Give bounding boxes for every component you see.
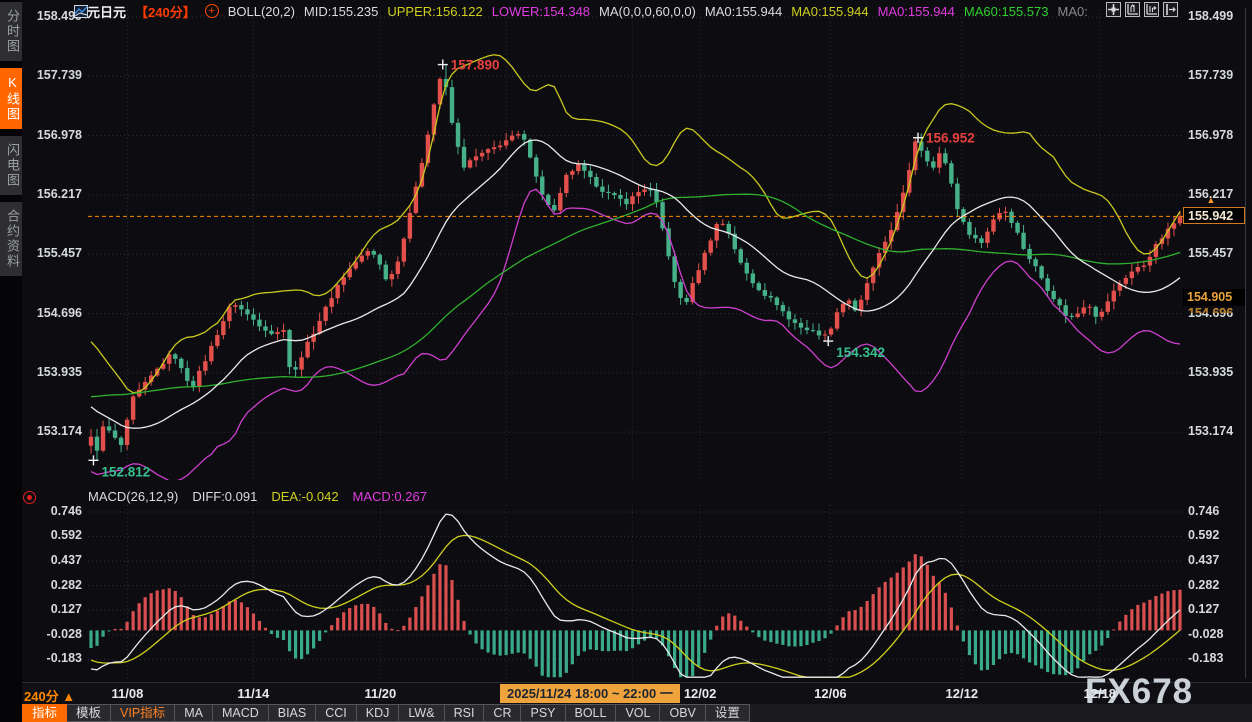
macd-tick-right-3: 0.282 bbox=[1188, 578, 1248, 593]
boll-mid-line bbox=[91, 140, 1180, 428]
boll-mid-value: MID:155.235 bbox=[304, 4, 378, 19]
toolbar-button-CCI[interactable]: CCI bbox=[316, 704, 357, 722]
candlestick-chart-canvas[interactable]: 152.812 157.890 154.342 156.952 bbox=[88, 10, 1183, 480]
panel-right-border bbox=[1245, 8, 1246, 678]
add-indicator-icon[interactable]: + bbox=[205, 4, 219, 18]
toolbar-button-设置[interactable]: 设置 bbox=[706, 704, 750, 722]
macd-settings-icon[interactable] bbox=[23, 491, 36, 504]
ma-label: MA(0,0,0,60,0,0) bbox=[599, 4, 696, 19]
period-label: 【240分】 bbox=[135, 2, 196, 21]
extreme-price-label: 152.812 bbox=[101, 464, 150, 479]
macd-chart-canvas[interactable] bbox=[88, 505, 1183, 678]
ma0-yellow-value: MA0:155.944 bbox=[791, 4, 868, 19]
price-tick-right-7: 153.174 bbox=[1188, 424, 1248, 439]
period-selector[interactable]: 240分 ▲ bbox=[24, 686, 75, 705]
date-tick-11/08: 11/08 bbox=[111, 686, 143, 701]
macd-diff-value: DIFF:0.091 bbox=[192, 489, 257, 504]
time-axis: 240分 ▲ 2025/11/24 18:00 ~ 22:00 一 11/08 1… bbox=[0, 682, 1252, 704]
price-tick-right-4: 155.457 bbox=[1188, 246, 1248, 261]
left-tab-bar: 分时图 K线图闪电图合约资料 bbox=[0, 0, 22, 722]
date-tick-11/14: 11/14 bbox=[237, 686, 269, 701]
macd-tick-right-2: 0.437 bbox=[1188, 553, 1248, 568]
macd-label: MACD(26,12,9) bbox=[88, 489, 178, 504]
price-tick-right-0: 158.499 bbox=[1188, 9, 1248, 24]
extreme-markers: 152.812 157.890 154.342 156.952 bbox=[88, 58, 974, 480]
toolbar-button-模板[interactable]: 模板 bbox=[67, 704, 111, 722]
ma0-empty-value: MA0: bbox=[1057, 4, 1087, 19]
toolbar-button-KDJ[interactable]: KDJ bbox=[357, 704, 400, 722]
zoom-out-icon[interactable] bbox=[1144, 2, 1159, 17]
boll-lower-line bbox=[91, 189, 1180, 480]
crosshair-date-readout: 2025/11/24 18:00 ~ 22:00 一 bbox=[500, 684, 680, 703]
toolbar-button-LW&[interactable]: LW& bbox=[399, 704, 444, 722]
chart-corner-toolbar bbox=[1106, 2, 1178, 17]
macd-tick-right-4: 0.127 bbox=[1188, 602, 1248, 617]
date-tick-12/06: 12/06 bbox=[814, 686, 847, 701]
macd-tick-right-0: 0.746 bbox=[1188, 504, 1248, 519]
toolbar-button-MA[interactable]: MA bbox=[175, 704, 213, 722]
toolbar-button-OBV[interactable]: OBV bbox=[660, 704, 705, 722]
date-tick-11/20: 11/20 bbox=[364, 686, 396, 701]
price-tick-right-6: 153.935 bbox=[1188, 365, 1248, 380]
current-price-arrow-icon: ▲ bbox=[1205, 196, 1217, 205]
pan-right-icon[interactable] bbox=[1163, 2, 1178, 17]
boll-label: BOLL(20,2) bbox=[228, 4, 295, 19]
price-tick-right-3: 156.217 bbox=[1188, 187, 1248, 202]
hidden-tick-label: 154.696 bbox=[1188, 306, 1248, 313]
toolbar-button-RSI[interactable]: RSI bbox=[445, 704, 485, 722]
zoom-in-icon[interactable] bbox=[1125, 2, 1140, 17]
extreme-price-label: 154.342 bbox=[836, 345, 885, 360]
indicator-legend-bar: 美元日元 【240分】 + BOLL(20,2) MID:155.235 UPP… bbox=[74, 2, 1088, 20]
toolbar-button-VOL[interactable]: VOL bbox=[616, 704, 660, 722]
sidebar-tab-1[interactable]: K线图 bbox=[0, 68, 22, 129]
candles-layer bbox=[89, 65, 1182, 461]
current-price-tag: 155.942 bbox=[1183, 207, 1245, 224]
toolbar-button-CR[interactable]: CR bbox=[484, 704, 521, 722]
boll-lower-value: LOWER:154.348 bbox=[492, 4, 590, 19]
macd-tick-right-6: -0.183 bbox=[1188, 651, 1248, 666]
sidebar-tab-3[interactable]: 合约资料 bbox=[0, 202, 22, 276]
ma0-magenta-value: MA0:155.944 bbox=[878, 4, 955, 19]
toolbar-button-BIAS[interactable]: BIAS bbox=[269, 704, 317, 722]
toolbar-button-PSY[interactable]: PSY bbox=[521, 704, 565, 722]
indicator-toolbar: 指标模板VIP指标MAMACDBIASCCIKDJLW&RSICRPSYBOLL… bbox=[22, 704, 1252, 722]
date-tick-12/02: 12/02 bbox=[684, 686, 717, 701]
chart-app: 分时图 K线图闪电图合约资料 美元日元 【240分】 + BOLL(20,2) M… bbox=[0, 0, 1252, 722]
macd-tick-right-5: -0.028 bbox=[1188, 627, 1248, 642]
boll-upper-value: UPPER:156.122 bbox=[387, 4, 482, 19]
sidebar-tab-2[interactable]: 闪电图 bbox=[0, 136, 22, 195]
macd-histogram bbox=[89, 554, 1181, 677]
sidebar-tab-0[interactable]: 分时图 bbox=[0, 2, 22, 61]
brand-watermark: FX678 bbox=[1085, 672, 1193, 712]
extreme-price-label: 156.952 bbox=[926, 131, 975, 146]
toolbar-button-BOLL[interactable]: BOLL bbox=[566, 704, 617, 722]
macd-value: MACD:0.267 bbox=[353, 489, 427, 504]
macd-legend-bar: MACD(26,12,9) DIFF:0.091 DEA:-0.042 MACD… bbox=[88, 489, 427, 504]
price-tick-right-1: 157.739 bbox=[1188, 68, 1248, 83]
dea-line bbox=[91, 535, 1180, 677]
ma-indicator-icon[interactable] bbox=[74, 5, 88, 18]
macd-dea-value: DEA:-0.042 bbox=[271, 489, 338, 504]
ma60-value: MA60:155.573 bbox=[964, 4, 1049, 19]
price-tick-right-2: 156.978 bbox=[1188, 128, 1248, 143]
extreme-price-label: 157.890 bbox=[451, 58, 500, 73]
toolbar-button-VIP指标[interactable]: VIP指标 bbox=[111, 704, 175, 722]
price-grid bbox=[88, 10, 1183, 480]
ma0-white-value: MA0:155.944 bbox=[705, 4, 782, 19]
crosshair-icon[interactable] bbox=[1106, 2, 1121, 17]
date-tick-12/12: 12/12 bbox=[946, 686, 979, 701]
secondary-price-tag: 154.905 bbox=[1183, 289, 1245, 306]
macd-tick-right-1: 0.592 bbox=[1188, 528, 1248, 543]
toolbar-button-指标[interactable]: 指标 bbox=[22, 704, 67, 722]
toolbar-button-MACD[interactable]: MACD bbox=[213, 704, 269, 722]
